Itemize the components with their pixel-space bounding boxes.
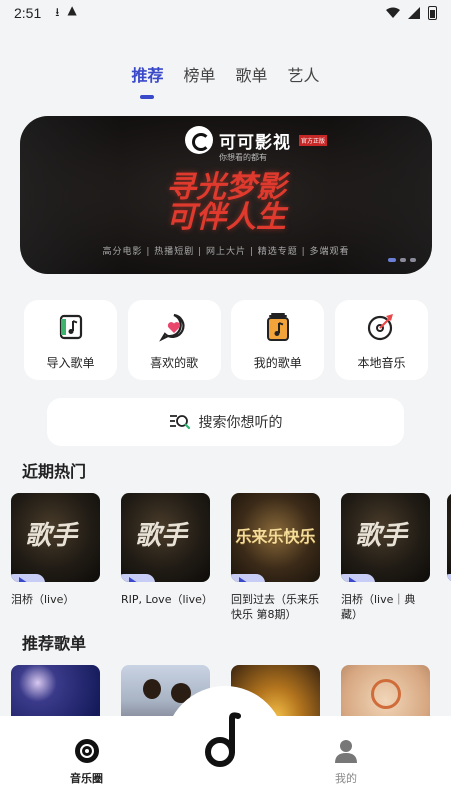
play-button[interactable] (447, 574, 451, 582)
hot-item-partial[interactable] (447, 493, 451, 582)
import-playlist-label: 导入歌单 (46, 356, 95, 370)
battery-icon (428, 6, 437, 20)
tab-charts[interactable]: 榜单 (183, 62, 215, 86)
search-list-icon (169, 415, 190, 430)
hot-item[interactable]: 歌手 泪桥（live｜典藏） (341, 493, 430, 622)
import-playlist-icon (56, 312, 86, 342)
section-title-hot: 近期热门 (22, 462, 87, 481)
cover-text: 乐来乐快乐 (235, 527, 316, 546)
sun-doodle-icon (371, 679, 401, 709)
nav-mine-label: 我的 (335, 772, 357, 785)
my-playlist-button[interactable]: 我的歌单 (231, 300, 325, 380)
play-button[interactable] (341, 574, 375, 582)
tab-artists[interactable]: 艺人 (288, 62, 320, 86)
banner-subtitle: 高分电影 | 热播短剧 | 网上大片 | 精选专题 | 多端观看 (102, 247, 350, 257)
hot-item[interactable]: 歌手 RIP, Love（live） (121, 493, 213, 607)
hot-item-name: 回到过去（乐来乐快乐 第8期） (231, 593, 319, 621)
record-icon (74, 739, 99, 763)
app-notification-icon: ▲ (67, 2, 77, 17)
cover-text: 歌手 (355, 521, 408, 551)
person-icon (335, 740, 357, 763)
cover-text: 歌手 (25, 521, 78, 551)
search-bar[interactable]: 搜索你想听的 (47, 398, 404, 446)
banner-dot[interactable] (400, 258, 406, 262)
music-note-d-icon[interactable] (202, 712, 246, 772)
tab-playlists[interactable]: 歌单 (236, 62, 268, 86)
signal-icon (408, 7, 420, 19)
download-icon: ⭳ (55, 4, 60, 19)
liked-songs-button[interactable]: 喜欢的歌 (127, 300, 221, 380)
tab-recommend[interactable]: 推荐 (131, 62, 163, 86)
promo-banner[interactable]: 可可影视 官方正版 你想看的都有 寻光梦影 可伴人生 高分电影 | 热播短剧 |… (20, 116, 432, 274)
banner-pagination (388, 258, 416, 262)
banner-title-line2: 可伴人生 (166, 200, 286, 235)
nav-music-circle[interactable]: 音乐圈 (70, 738, 103, 786)
hot-item[interactable]: 乐来乐快乐 回到过去（乐来乐快乐 第8期） (231, 493, 320, 622)
hot-list: 歌手 泪桥（live） 歌手 RIP, Love（live） 乐来乐快乐 回到过… (11, 493, 451, 623)
play-button[interactable] (11, 574, 45, 582)
play-button[interactable] (231, 574, 265, 582)
nav-mine[interactable]: 我的 (334, 738, 358, 786)
banner-brand: 可可影视 (219, 132, 291, 153)
import-playlist-button[interactable]: 导入歌单 (24, 300, 117, 380)
local-music-label: 本地音乐 (357, 356, 406, 370)
disc-icon (366, 312, 396, 342)
play-button[interactable] (121, 574, 155, 582)
cover-text: 歌手 (135, 521, 188, 551)
my-playlist-label: 我的歌单 (253, 356, 302, 370)
local-music-button[interactable]: 本地音乐 (334, 300, 428, 380)
hot-item-name: RIP, Love（live） (121, 593, 213, 606)
quick-actions: 导入歌单 喜欢的歌 我的歌单 本地音乐 (24, 300, 428, 380)
liked-songs-label: 喜欢的歌 (150, 356, 199, 370)
heart-chat-icon (159, 312, 189, 342)
banner-dot[interactable] (388, 258, 396, 262)
banner-logo: 可可影视 官方正版 你想看的都有 (185, 126, 328, 162)
hot-item-cover[interactable]: 歌手 (11, 493, 100, 582)
my-playlist-icon (263, 312, 293, 342)
banner-brand-tag: 官方正版 (299, 134, 328, 146)
banner-dot[interactable] (410, 258, 416, 262)
cover-figure (143, 679, 161, 699)
status-time: 2:51 (14, 5, 42, 21)
wifi-icon (386, 7, 400, 18)
top-tabs: 推荐 榜单 歌单 艺人 (0, 62, 451, 86)
status-bar: 2:51 ⭳ ▲ (0, 0, 451, 26)
hot-item[interactable]: 歌手 泪桥（live） (11, 493, 100, 607)
hot-item-name: 泪桥（live） (11, 593, 75, 606)
hot-item-cover[interactable]: 歌手 (121, 493, 210, 582)
search-placeholder: 搜索你想听的 (198, 415, 283, 431)
section-title-recommended: 推荐歌单 (22, 634, 87, 653)
hot-item-cover[interactable]: 歌手 (341, 493, 430, 582)
nav-music-circle-label: 音乐圈 (70, 772, 103, 785)
banner-slogan: 你想看的都有 (219, 153, 267, 162)
hot-item-name: 泪桥（live｜典藏） (341, 593, 416, 621)
hot-item-cover[interactable]: 乐来乐快乐 (231, 493, 320, 582)
brand-logo-icon (185, 126, 213, 154)
active-tab-indicator (140, 95, 154, 99)
hot-item-cover[interactable] (447, 493, 451, 582)
